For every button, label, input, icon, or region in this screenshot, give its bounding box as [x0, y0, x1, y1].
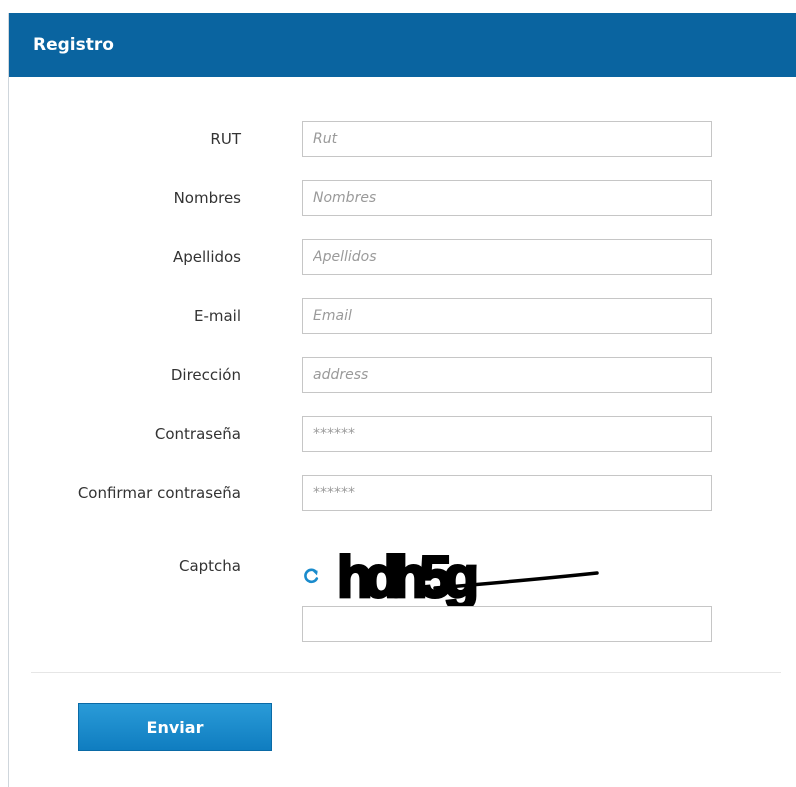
nombres-label: Nombres: [173, 189, 241, 207]
nombres-input[interactable]: [302, 180, 712, 216]
field-row-rut: RUT: [9, 121, 796, 157]
confirm-password-label: Confirmar contraseña: [77, 484, 241, 502]
confirm-password-input[interactable]: [302, 475, 712, 511]
captcha-image: hdh5g: [336, 547, 599, 612]
email-input[interactable]: [302, 298, 712, 334]
captcha-text: hdh5g: [337, 547, 476, 610]
rut-input[interactable]: [302, 121, 712, 157]
registration-panel: Registro RUT Nombres Apellidos E-mail Di…: [8, 13, 796, 787]
email-label: E-mail: [193, 307, 241, 325]
field-row-direccion: Dirección: [9, 357, 796, 393]
divider: [31, 672, 781, 673]
panel-title: Registro: [9, 13, 796, 77]
field-row-contrasena: Contraseña: [9, 416, 796, 452]
password-input[interactable]: [302, 416, 712, 452]
refresh-icon[interactable]: [301, 566, 321, 586]
direccion-input[interactable]: [302, 357, 712, 393]
field-row-nombres: Nombres: [9, 180, 796, 216]
contrasena-label: Contraseña: [154, 425, 241, 443]
submit-button[interactable]: Enviar: [78, 703, 272, 751]
captcha-input[interactable]: [302, 606, 712, 642]
direccion-label: Dirección: [170, 366, 241, 384]
apellidos-label: Apellidos: [172, 248, 241, 266]
field-row-confirmar: Confirmar contraseña: [9, 475, 796, 511]
field-row-apellidos: Apellidos: [9, 239, 796, 275]
rut-label: RUT: [210, 130, 241, 148]
field-row-email: E-mail: [9, 298, 796, 334]
captcha-label: Captcha: [178, 557, 241, 575]
apellidos-input[interactable]: [302, 239, 712, 275]
